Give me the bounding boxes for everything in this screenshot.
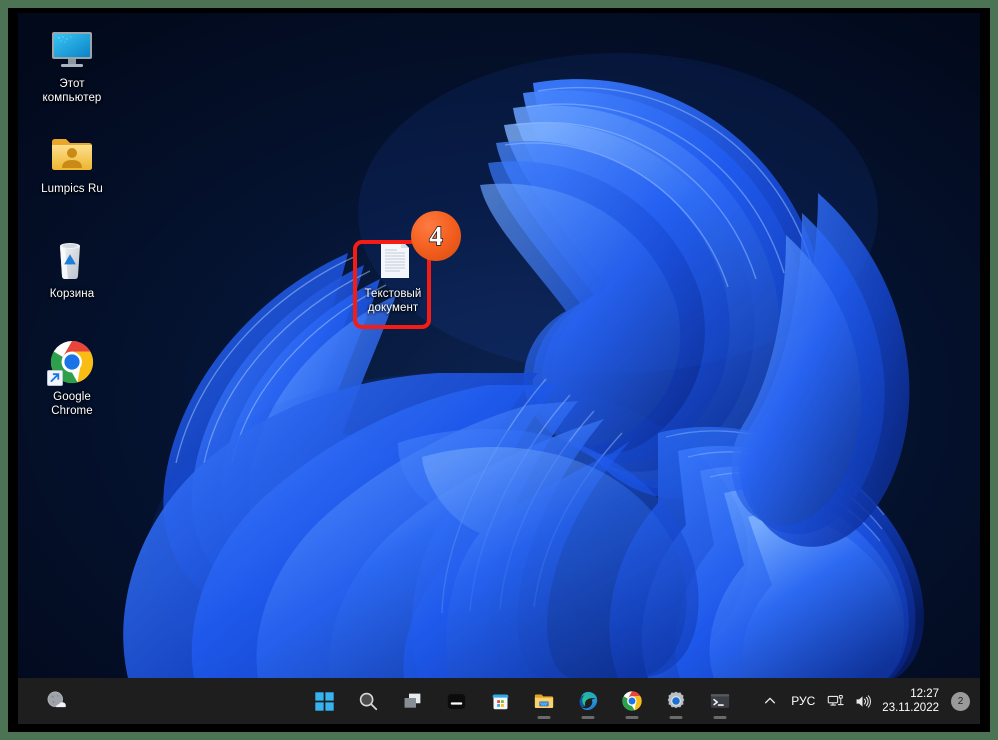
microsoft-store-icon bbox=[492, 694, 508, 709]
google-chrome-button[interactable] bbox=[610, 681, 654, 721]
task-view-button[interactable] bbox=[390, 681, 434, 721]
screenshot-frame: Этот компьютер Lumpics Ru Корзина Google… bbox=[0, 0, 998, 740]
desktop-icon-label: Этот компьютер bbox=[42, 78, 102, 104]
annotation-step-badge: 4 bbox=[411, 211, 461, 261]
microsoft-edge-button[interactable] bbox=[566, 681, 610, 721]
widgets-button[interactable] bbox=[434, 681, 478, 721]
google-chrome-icon bbox=[47, 338, 96, 386]
desktop-icon-google-chrome[interactable]: Google Chrome bbox=[24, 338, 120, 418]
clock-time: 12:27 bbox=[910, 688, 939, 700]
network-button[interactable] bbox=[822, 681, 849, 721]
desktop-icon-label: Google Chrome bbox=[51, 391, 93, 417]
running-indicator bbox=[713, 716, 727, 719]
google-chrome-icon bbox=[622, 691, 642, 711]
task-view-icon bbox=[404, 693, 420, 708]
search-icon bbox=[359, 692, 378, 711]
running-indicator bbox=[581, 716, 595, 719]
tray-expand-button[interactable] bbox=[756, 681, 784, 721]
search-button[interactable] bbox=[346, 681, 390, 721]
system-tray: РУС 12:27 23.11.2022 2 bbox=[756, 681, 980, 721]
microsoft-store-button[interactable] bbox=[478, 681, 522, 721]
start-button[interactable] bbox=[302, 681, 346, 721]
terminal-icon bbox=[710, 694, 730, 708]
clock-date: 23.11.2022 bbox=[882, 702, 939, 714]
desktop-icon-label: Lumpics Ru bbox=[41, 183, 103, 195]
gear-icon bbox=[667, 691, 685, 709]
running-indicator bbox=[537, 716, 551, 719]
desktop-icon-label: Корзина bbox=[49, 288, 95, 300]
monitor-icon bbox=[48, 25, 96, 73]
desktop-icon-recycle-bin[interactable]: Корзина bbox=[24, 235, 120, 302]
running-indicator bbox=[625, 716, 639, 719]
windows-logo-icon bbox=[314, 691, 334, 711]
terminal-button[interactable] bbox=[698, 681, 742, 721]
language-indicator[interactable]: РУС bbox=[784, 681, 822, 721]
running-indicator bbox=[669, 716, 683, 719]
settings-button[interactable] bbox=[654, 681, 698, 721]
wallpaper-bloom bbox=[18, 13, 980, 678]
taskbar[interactable]: РУС 12:27 23.11.2022 2 bbox=[18, 678, 980, 724]
language-label: РУС bbox=[791, 694, 816, 708]
taskbar-center-section bbox=[288, 681, 756, 721]
annotation-step-number: 4 bbox=[429, 220, 444, 251]
weather-widget-button[interactable] bbox=[38, 681, 76, 721]
text-document-icon bbox=[369, 235, 417, 283]
file-explorer-icon bbox=[534, 694, 554, 709]
notification-badge[interactable]: 2 bbox=[951, 691, 970, 711]
desktop-icon-this-pc[interactable]: Этот компьютер bbox=[24, 25, 120, 105]
notification-count: 2 bbox=[957, 695, 964, 707]
file-explorer-button[interactable] bbox=[522, 681, 566, 721]
moon-cloud-icon bbox=[47, 691, 66, 708]
desktop-icon-lumpics-ru[interactable]: Lumpics Ru bbox=[24, 130, 120, 197]
microsoft-edge-icon bbox=[579, 691, 598, 711]
chevron-up-icon bbox=[765, 697, 776, 704]
clock-date-button[interactable]: 12:27 23.11.2022 bbox=[876, 681, 947, 721]
recycle-bin-icon bbox=[48, 235, 96, 283]
volume-button[interactable] bbox=[849, 681, 876, 721]
widgets-icon bbox=[447, 693, 465, 709]
desktop[interactable]: Этот компьютер Lumpics Ru Корзина Google… bbox=[18, 13, 980, 678]
taskbar-left-section bbox=[18, 681, 288, 721]
volume-icon bbox=[856, 694, 872, 708]
user-folder-icon bbox=[48, 130, 96, 178]
desktop-icon-label: Текстовый документ bbox=[364, 288, 422, 314]
network-icon bbox=[828, 694, 844, 706]
